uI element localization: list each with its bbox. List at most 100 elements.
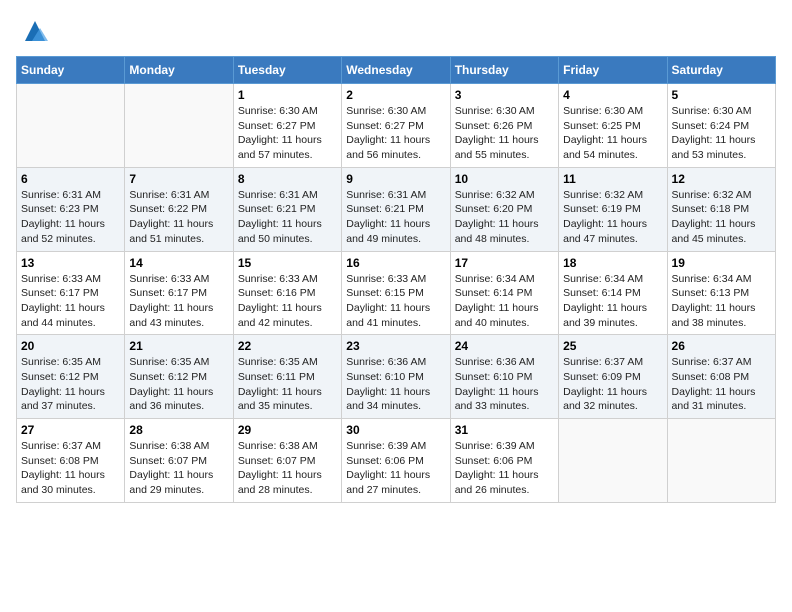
day-info: Sunrise: 6:33 AM Sunset: 6:15 PM Dayligh… <box>346 272 445 331</box>
calendar-cell: 13 Sunrise: 6:33 AM Sunset: 6:17 PM Dayli… <box>17 251 125 335</box>
calendar-cell: 14 Sunrise: 6:33 AM Sunset: 6:17 PM Dayli… <box>125 251 233 335</box>
day-number: 30 <box>346 423 445 437</box>
day-number: 28 <box>129 423 228 437</box>
day-number: 26 <box>672 339 771 353</box>
calendar-header-row: SundayMondayTuesdayWednesdayThursdayFrid… <box>17 57 776 84</box>
day-number: 18 <box>563 256 662 270</box>
calendar-cell: 20 Sunrise: 6:35 AM Sunset: 6:12 PM Dayli… <box>17 335 125 419</box>
day-number: 27 <box>21 423 120 437</box>
calendar-week-4: 20 Sunrise: 6:35 AM Sunset: 6:12 PM Dayli… <box>17 335 776 419</box>
calendar-cell: 12 Sunrise: 6:32 AM Sunset: 6:18 PM Dayli… <box>667 167 775 251</box>
day-info: Sunrise: 6:35 AM Sunset: 6:12 PM Dayligh… <box>129 355 228 414</box>
day-info: Sunrise: 6:32 AM Sunset: 6:18 PM Dayligh… <box>672 188 771 247</box>
day-info: Sunrise: 6:37 AM Sunset: 6:08 PM Dayligh… <box>21 439 120 498</box>
day-info: Sunrise: 6:34 AM Sunset: 6:13 PM Dayligh… <box>672 272 771 331</box>
calendar-cell: 1 Sunrise: 6:30 AM Sunset: 6:27 PM Daylig… <box>233 84 341 168</box>
calendar-cell: 5Sunrise: 6:30 AM Sunset: 6:24 PM Daylig… <box>667 84 775 168</box>
day-header-thursday: Thursday <box>450 57 558 84</box>
day-info: Sunrise: 6:39 AM Sunset: 6:06 PM Dayligh… <box>346 439 445 498</box>
day-info: Sunrise: 6:33 AM Sunset: 6:16 PM Dayligh… <box>238 272 337 331</box>
calendar-cell: 27 Sunrise: 6:37 AM Sunset: 6:08 PM Dayli… <box>17 419 125 503</box>
day-info: Sunrise: 6:30 AM Sunset: 6:25 PM Dayligh… <box>563 104 662 163</box>
calendar-cell <box>17 84 125 168</box>
day-number: 31 <box>455 423 554 437</box>
day-info: Sunrise: 6:39 AM Sunset: 6:06 PM Dayligh… <box>455 439 554 498</box>
calendar-week-1: 1 Sunrise: 6:30 AM Sunset: 6:27 PM Daylig… <box>17 84 776 168</box>
day-number: 17 <box>455 256 554 270</box>
calendar-cell: 29 Sunrise: 6:38 AM Sunset: 6:07 PM Dayli… <box>233 419 341 503</box>
calendar-cell: 17 Sunrise: 6:34 AM Sunset: 6:14 PM Dayli… <box>450 251 558 335</box>
day-info: Sunrise: 6:33 AM Sunset: 6:17 PM Dayligh… <box>129 272 228 331</box>
day-info: Sunrise: 6:38 AM Sunset: 6:07 PM Dayligh… <box>238 439 337 498</box>
calendar-cell: 26 Sunrise: 6:37 AM Sunset: 6:08 PM Dayli… <box>667 335 775 419</box>
day-info: Sunrise: 6:31 AM Sunset: 6:21 PM Dayligh… <box>346 188 445 247</box>
day-info: Sunrise: 6:31 AM Sunset: 6:23 PM Dayligh… <box>21 188 120 247</box>
day-number: 19 <box>672 256 771 270</box>
calendar-cell <box>559 419 667 503</box>
day-info: Sunrise: 6:32 AM Sunset: 6:19 PM Dayligh… <box>563 188 662 247</box>
calendar-cell: 30 Sunrise: 6:39 AM Sunset: 6:06 PM Dayli… <box>342 419 450 503</box>
calendar-cell: 9 Sunrise: 6:31 AM Sunset: 6:21 PM Daylig… <box>342 167 450 251</box>
calendar-cell: 24 Sunrise: 6:36 AM Sunset: 6:10 PM Dayli… <box>450 335 558 419</box>
day-number: 25 <box>563 339 662 353</box>
day-number: 10 <box>455 172 554 186</box>
day-number: 20 <box>21 339 120 353</box>
calendar-week-5: 27 Sunrise: 6:37 AM Sunset: 6:08 PM Dayli… <box>17 419 776 503</box>
day-info: Sunrise: 6:30 AM Sunset: 6:26 PM Dayligh… <box>455 104 554 163</box>
day-header-sunday: Sunday <box>17 57 125 84</box>
calendar-week-3: 13 Sunrise: 6:33 AM Sunset: 6:17 PM Dayli… <box>17 251 776 335</box>
day-header-friday: Friday <box>559 57 667 84</box>
day-number: 9 <box>346 172 445 186</box>
day-number: 3 <box>455 88 554 102</box>
day-header-wednesday: Wednesday <box>342 57 450 84</box>
day-number: 12 <box>672 172 771 186</box>
day-info: Sunrise: 6:33 AM Sunset: 6:17 PM Dayligh… <box>21 272 120 331</box>
calendar-cell: 21 Sunrise: 6:35 AM Sunset: 6:12 PM Dayli… <box>125 335 233 419</box>
calendar-cell: 6 Sunrise: 6:31 AM Sunset: 6:23 PM Daylig… <box>17 167 125 251</box>
day-info: Sunrise: 6:34 AM Sunset: 6:14 PM Dayligh… <box>455 272 554 331</box>
day-info: Sunrise: 6:38 AM Sunset: 6:07 PM Dayligh… <box>129 439 228 498</box>
page-header <box>16 16 776 46</box>
calendar-cell: 15 Sunrise: 6:33 AM Sunset: 6:16 PM Dayli… <box>233 251 341 335</box>
calendar-cell: 16Sunrise: 6:33 AM Sunset: 6:15 PM Dayli… <box>342 251 450 335</box>
day-number: 22 <box>238 339 337 353</box>
day-number: 15 <box>238 256 337 270</box>
day-info: Sunrise: 6:30 AM Sunset: 6:27 PM Dayligh… <box>346 104 445 163</box>
day-info: Sunrise: 6:32 AM Sunset: 6:20 PM Dayligh… <box>455 188 554 247</box>
day-number: 7 <box>129 172 228 186</box>
day-info: Sunrise: 6:37 AM Sunset: 6:09 PM Dayligh… <box>563 355 662 414</box>
calendar-cell: 19 Sunrise: 6:34 AM Sunset: 6:13 PM Dayli… <box>667 251 775 335</box>
logo <box>16 16 50 46</box>
calendar-cell: 7 Sunrise: 6:31 AM Sunset: 6:22 PM Daylig… <box>125 167 233 251</box>
day-header-saturday: Saturday <box>667 57 775 84</box>
day-number: 29 <box>238 423 337 437</box>
day-number: 8 <box>238 172 337 186</box>
day-info: Sunrise: 6:35 AM Sunset: 6:12 PM Dayligh… <box>21 355 120 414</box>
calendar-cell: 23 Sunrise: 6:36 AM Sunset: 6:10 PM Dayli… <box>342 335 450 419</box>
day-info: Sunrise: 6:36 AM Sunset: 6:10 PM Dayligh… <box>346 355 445 414</box>
calendar-cell: 11 Sunrise: 6:32 AM Sunset: 6:19 PM Dayli… <box>559 167 667 251</box>
calendar-cell: 28 Sunrise: 6:38 AM Sunset: 6:07 PM Dayli… <box>125 419 233 503</box>
day-number: 13 <box>21 256 120 270</box>
day-info: Sunrise: 6:35 AM Sunset: 6:11 PM Dayligh… <box>238 355 337 414</box>
day-number: 6 <box>21 172 120 186</box>
day-info: Sunrise: 6:31 AM Sunset: 6:22 PM Dayligh… <box>129 188 228 247</box>
day-number: 24 <box>455 339 554 353</box>
day-info: Sunrise: 6:30 AM Sunset: 6:27 PM Dayligh… <box>238 104 337 163</box>
calendar-cell: 3 Sunrise: 6:30 AM Sunset: 6:26 PM Daylig… <box>450 84 558 168</box>
day-header-monday: Monday <box>125 57 233 84</box>
calendar: SundayMondayTuesdayWednesdayThursdayFrid… <box>16 56 776 503</box>
calendar-week-2: 6 Sunrise: 6:31 AM Sunset: 6:23 PM Daylig… <box>17 167 776 251</box>
calendar-cell <box>667 419 775 503</box>
day-number: 14 <box>129 256 228 270</box>
day-header-tuesday: Tuesday <box>233 57 341 84</box>
day-number: 23 <box>346 339 445 353</box>
day-number: 21 <box>129 339 228 353</box>
day-info: Sunrise: 6:36 AM Sunset: 6:10 PM Dayligh… <box>455 355 554 414</box>
calendar-cell: 22 Sunrise: 6:35 AM Sunset: 6:11 PM Dayli… <box>233 335 341 419</box>
day-number: 2 <box>346 88 445 102</box>
day-number: 11 <box>563 172 662 186</box>
day-info: Sunrise: 6:37 AM Sunset: 6:08 PM Dayligh… <box>672 355 771 414</box>
calendar-cell: 18Sunrise: 6:34 AM Sunset: 6:14 PM Dayli… <box>559 251 667 335</box>
day-number: 1 <box>238 88 337 102</box>
